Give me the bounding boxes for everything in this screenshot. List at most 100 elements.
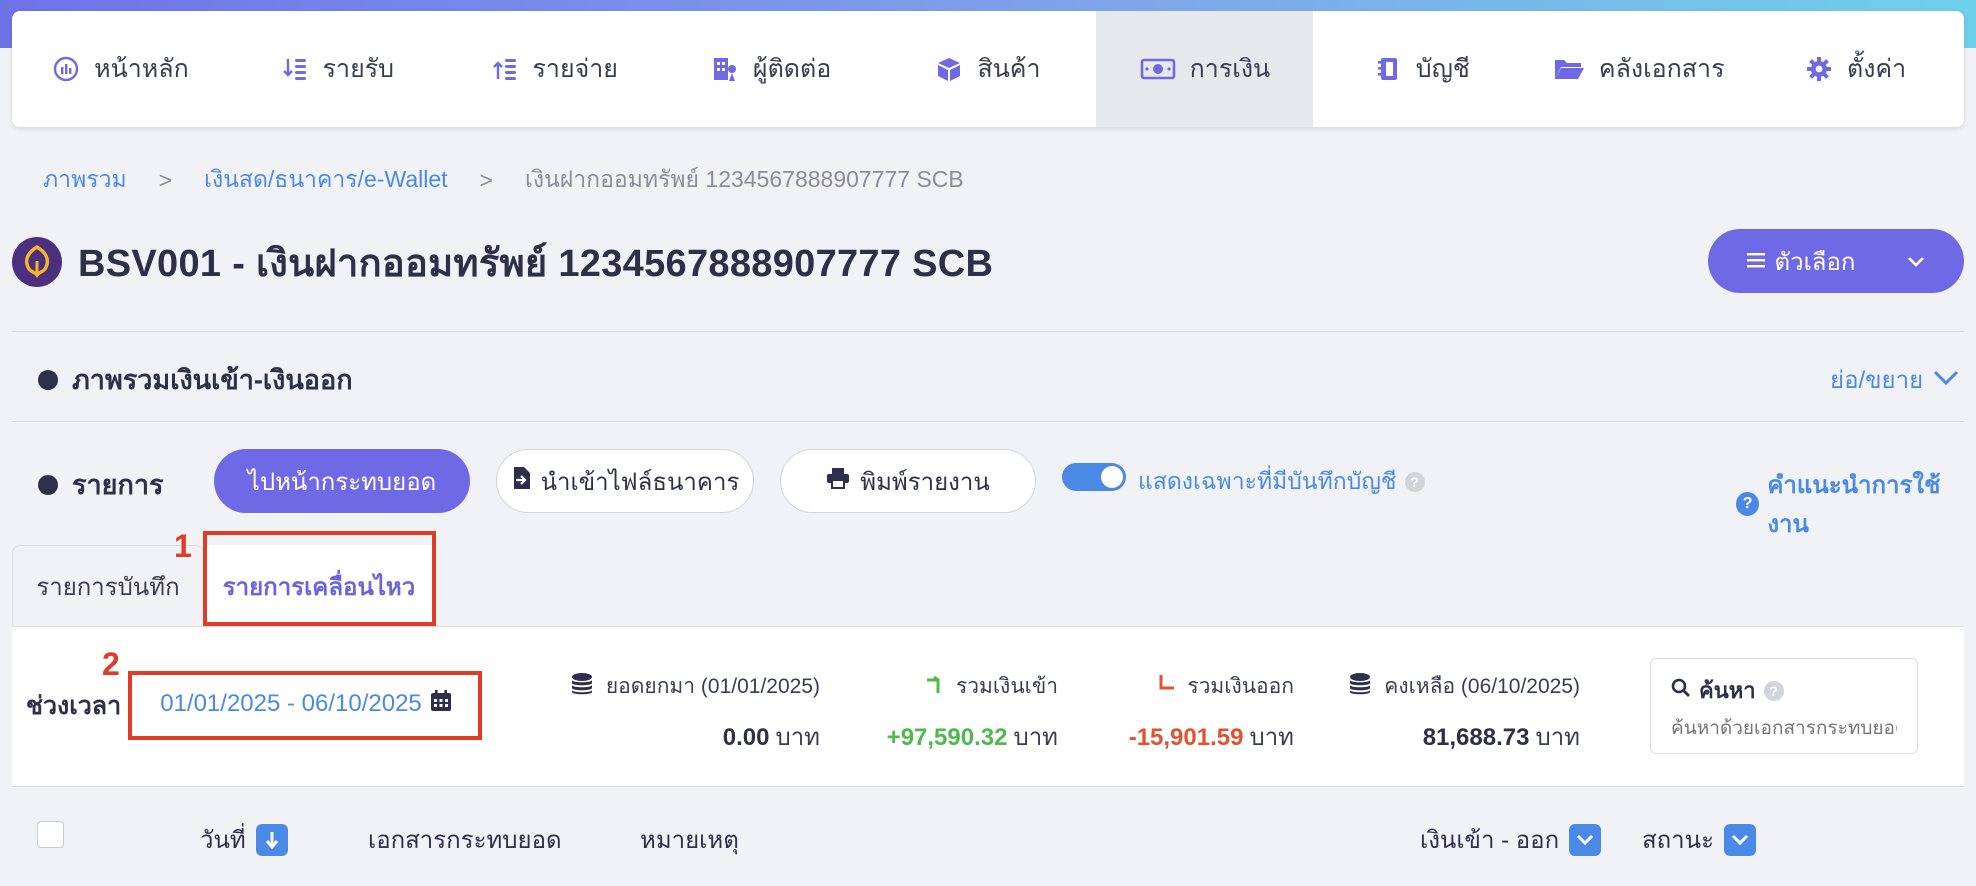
column-label: เอกสารกระทบยอด	[368, 827, 562, 854]
box-icon	[935, 55, 963, 83]
transactions-title: รายการ	[72, 470, 164, 500]
column-notes: หมายเหตุ	[640, 820, 739, 859]
print-report-button[interactable]: พิมพ์รายงาน	[780, 449, 1036, 513]
search-icon	[1671, 678, 1691, 704]
stat-value: -15,901.59	[1128, 724, 1244, 751]
printer-icon	[826, 467, 850, 496]
nav-label: การเงิน	[1189, 55, 1271, 83]
ledger-icon	[1374, 55, 1402, 83]
nav-item-expense[interactable]: รายจ่าย	[446, 11, 663, 127]
divider	[12, 331, 1964, 332]
options-label: ตัวเลือก	[1774, 248, 1856, 276]
chevron-down-icon	[1933, 366, 1959, 394]
coins-icon	[1348, 672, 1374, 702]
column-status: สถานะ	[1642, 820, 1756, 859]
print-label: พิมพ์รายงาน	[860, 468, 990, 496]
chevron-down-icon	[1907, 247, 1925, 275]
toggle-label: แสดงเฉพาะที่มีบันทึกบัญชี	[1138, 468, 1397, 494]
sort-down-icon[interactable]	[255, 823, 288, 856]
column-in-out: เงินเข้า - ออก	[1420, 820, 1602, 859]
import-bank-file-button[interactable]: นำเข้าไฟล์ธนาคาร	[496, 449, 754, 513]
nav-item-documents[interactable]: คลังเอกสาร	[1530, 11, 1747, 127]
annotation-number-2: 2	[102, 646, 120, 682]
nav-label: บัญชี	[1415, 55, 1470, 83]
reconcile-button[interactable]: ไปหน้ากระทบยอด	[214, 449, 470, 513]
folder-icon	[1553, 55, 1585, 83]
chevron-down-icon[interactable]	[1723, 823, 1756, 856]
stat-label: รวมเงินออก	[1187, 675, 1294, 698]
bank-logo-icon	[12, 237, 62, 287]
contacts-icon	[711, 55, 739, 83]
nav-item-finance[interactable]: การเงิน	[1096, 11, 1314, 127]
nav-label: คลังเอกสาร	[1598, 55, 1725, 83]
select-all-checkbox[interactable]	[37, 821, 64, 848]
overview-section-title: ภาพรวมเงินเข้า-เงินออก	[38, 358, 353, 401]
income-icon	[281, 55, 309, 83]
search-box: ค้นหา ?	[1650, 658, 1918, 754]
collapse-expand-toggle[interactable]: ย่อ/ขยาย	[1830, 360, 1959, 399]
arrow-inflow-icon	[924, 673, 946, 701]
nav-label: สินค้า	[977, 55, 1041, 83]
chevron-down-icon[interactable]	[1569, 823, 1602, 856]
coins-icon	[570, 672, 596, 702]
expense-icon	[491, 55, 519, 83]
annotation-number-1: 1	[174, 528, 192, 564]
options-button[interactable]: ตัวเลือก	[1708, 229, 1964, 293]
stat-value: 81,688.73	[1422, 724, 1530, 751]
stat-unit: บาท	[1535, 724, 1580, 751]
nav-label: รายจ่าย	[532, 55, 618, 83]
money-icon	[1140, 55, 1176, 83]
dashboard-icon	[52, 55, 80, 83]
import-label: นำเข้าไฟล์ธนาคาร	[540, 468, 740, 496]
stat-value: 0.00	[722, 724, 770, 751]
breadcrumb-separator: >	[158, 166, 173, 193]
column-date: วันที่	[200, 820, 288, 859]
nav-item-income[interactable]: รายรับ	[229, 11, 446, 127]
nav-label: หน้าหลัก	[94, 55, 189, 83]
column-label: วันที่	[200, 827, 246, 854]
stat-total-outflow: รวมเงินออก -15,901.59 บาท	[1129, 670, 1294, 756]
period-label: ช่วงเวลา	[26, 692, 122, 720]
stat-unit: บาท	[1249, 724, 1294, 751]
help-label: คำแนะนำการใช้งาน	[1767, 472, 1941, 538]
menu-icon	[1746, 247, 1765, 275]
nav-label: รายรับ	[322, 55, 395, 83]
stat-label: คงเหลือ (06/10/2025)	[1384, 675, 1580, 698]
breadcrumb-overview[interactable]: ภาพรวม	[43, 162, 127, 198]
nav-label: ผู้ติดต่อ	[752, 55, 832, 83]
stat-label: ยอดยกมา (01/01/2025)	[605, 675, 820, 698]
stat-closing-balance: คงเหลือ (06/10/2025) 81,688.73 บาท	[1348, 670, 1580, 756]
file-import-icon	[511, 466, 531, 497]
show-recorded-only-toggle[interactable]	[1062, 463, 1126, 491]
arrow-outflow-icon	[1155, 673, 1177, 701]
toggle-label-wrap: แสดงเฉพาะที่มีบันทึกบัญชี ?	[1138, 464, 1425, 500]
toggle-knob	[1101, 466, 1123, 488]
nav-item-settings[interactable]: ตั้งค่า	[1747, 11, 1964, 127]
breadcrumb-separator: >	[479, 166, 493, 193]
nav-item-products[interactable]: สินค้า	[880, 11, 1097, 127]
stat-unit: บาท	[775, 724, 820, 751]
search-input[interactable]	[1671, 718, 1897, 740]
stat-label: รวมเงินเข้า	[955, 675, 1058, 698]
question-icon[interactable]: ?	[1763, 680, 1784, 701]
column-label: สถานะ	[1642, 827, 1714, 854]
page-header: BSV001 - เงินฝากออมทรัพย์ 12345678889077…	[12, 234, 993, 290]
annotation-box-2	[128, 671, 482, 740]
question-icon[interactable]: ?	[1404, 472, 1425, 492]
page-title: BSV001 - เงินฝากออมทรัพย์ 12345678889077…	[78, 242, 994, 285]
nav-item-contacts[interactable]: ผู้ติดต่อ	[663, 11, 880, 127]
main-nav: หน้าหลัก รายรับ รายจ่าย ผู้ติดต่อ สินค้า…	[12, 11, 1964, 127]
stat-total-inflow: รวมเงินเข้า +97,590.32 บาท	[887, 670, 1058, 756]
column-label: หมายเหตุ	[640, 827, 739, 854]
column-reconcile-doc: เอกสารกระทบยอด	[368, 820, 562, 859]
divider	[12, 421, 1964, 422]
breadcrumb: ภาพรวม > เงินสด/ธนาคาร/e-Wallet > เงินฝา…	[43, 162, 964, 198]
nav-label: ตั้งค่า	[1846, 55, 1907, 83]
transactions-section-title: รายการ	[38, 463, 164, 506]
nav-item-dashboard[interactable]: หน้าหลัก	[12, 11, 229, 127]
overview-title: ภาพรวมเงินเข้า-เงินออก	[72, 365, 353, 395]
help-link[interactable]: ? คำแนะนำการใช้งาน	[1736, 465, 1976, 543]
collapse-label: ย่อ/ขยาย	[1830, 367, 1924, 394]
breadcrumb-cash-bank[interactable]: เงินสด/ธนาคาร/e-Wallet	[204, 162, 447, 198]
nav-item-accounts[interactable]: บัญชี	[1313, 11, 1530, 127]
